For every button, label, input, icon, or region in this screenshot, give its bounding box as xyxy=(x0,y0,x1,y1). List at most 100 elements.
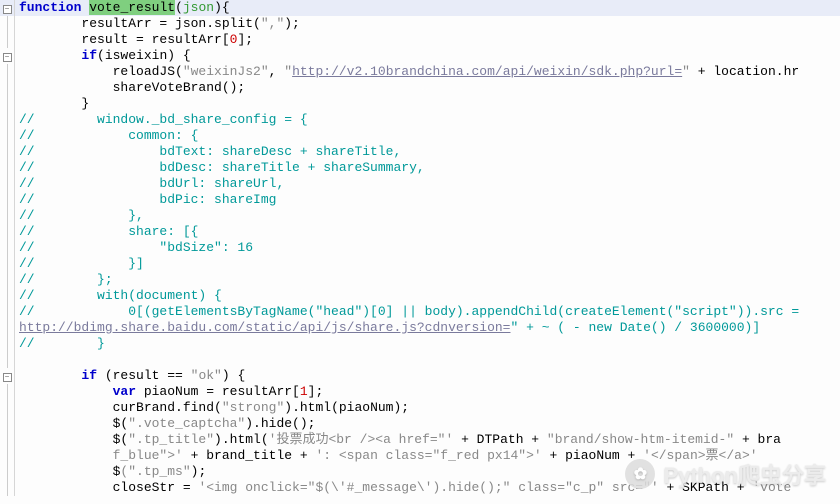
code-line[interactable]: // 0[(getElementsByTagName("head")[0] ||… xyxy=(0,304,840,320)
code-line[interactable]: result = resultArr[0]; xyxy=(0,32,840,48)
fold-gutter[interactable] xyxy=(0,112,15,128)
code-text[interactable]: } xyxy=(15,96,840,112)
code-text[interactable]: // window._bd_share_config = { xyxy=(15,112,840,128)
fold-gutter[interactable] xyxy=(0,304,15,320)
fold-gutter[interactable] xyxy=(0,432,15,448)
fold-gutter[interactable] xyxy=(0,176,15,192)
code-line[interactable]: http://bdimg.share.baidu.com/static/api/… xyxy=(0,320,840,336)
code-text[interactable]: var piaoNum = resultArr[1]; xyxy=(15,384,840,400)
code-text[interactable]: http://bdimg.share.baidu.com/static/api/… xyxy=(15,320,840,336)
fold-gutter[interactable] xyxy=(0,352,15,368)
fold-gutter[interactable] xyxy=(0,480,15,496)
code-line[interactable]: // bdUrl: shareUrl, xyxy=(0,176,840,192)
fold-guide-line xyxy=(7,192,8,208)
fold-guide-line xyxy=(7,352,8,368)
watermark-logo-icon: ✿ xyxy=(625,459,655,489)
fold-gutter[interactable] xyxy=(0,400,15,416)
fold-gutter[interactable] xyxy=(0,448,15,464)
fold-gutter[interactable] xyxy=(0,464,15,480)
code-text[interactable]: // bdText: shareDesc + shareTitle, xyxy=(15,144,840,160)
fold-gutter[interactable] xyxy=(0,416,15,432)
code-line[interactable]: // share: [{ xyxy=(0,224,840,240)
code-text[interactable]: // "bdSize": 16 xyxy=(15,240,840,256)
code-text[interactable]: if (result == "ok") { xyxy=(15,368,840,384)
fold-gutter[interactable] xyxy=(0,96,15,112)
fold-guide-line xyxy=(7,320,8,336)
code-line[interactable]: // }, xyxy=(0,208,840,224)
code-text[interactable]: result = resultArr[0]; xyxy=(15,32,840,48)
fold-gutter[interactable] xyxy=(0,224,15,240)
fold-gutter[interactable] xyxy=(0,288,15,304)
fold-collapse-icon[interactable]: − xyxy=(3,5,12,14)
code-text[interactable]: $(".tp_title").html('投票成功<br /><a href="… xyxy=(15,432,840,448)
code-text[interactable]: $(".vote_captcha").hide(); xyxy=(15,416,840,432)
fold-guide-line xyxy=(7,272,8,288)
fold-gutter[interactable] xyxy=(0,160,15,176)
code-text[interactable]: // 0[(getElementsByTagName("head")[0] ||… xyxy=(15,304,840,320)
code-text[interactable]: curBrand.find("strong").html(piaoNum); xyxy=(15,400,840,416)
code-text[interactable]: // }, xyxy=(15,208,840,224)
fold-gutter[interactable] xyxy=(0,16,15,32)
code-text[interactable]: // }; xyxy=(15,272,840,288)
code-text[interactable]: // }] xyxy=(15,256,840,272)
fold-gutter[interactable] xyxy=(0,240,15,256)
code-line[interactable]: // common: { xyxy=(0,128,840,144)
code-text[interactable]: reloadJS("weixinJs2", "http://v2.10brand… xyxy=(15,64,840,80)
fold-gutter[interactable] xyxy=(0,80,15,96)
code-text[interactable]: // bdPic: shareImg xyxy=(15,192,840,208)
code-text[interactable]: if(isweixin) { xyxy=(15,48,840,64)
code-line[interactable]: // bdText: shareDesc + shareTitle, xyxy=(0,144,840,160)
code-editor[interactable]: −function vote_result(json){ resultArr =… xyxy=(0,0,840,496)
code-line[interactable]: shareVoteBrand(); xyxy=(0,80,840,96)
code-line[interactable]: } xyxy=(0,96,840,112)
code-line[interactable]: // "bdSize": 16 xyxy=(0,240,840,256)
code-line[interactable]: resultArr = json.split(","); xyxy=(0,16,840,32)
code-line[interactable]: $(".vote_captcha").hide(); xyxy=(0,416,840,432)
code-text[interactable]: function vote_result(json){ xyxy=(15,0,840,16)
fold-gutter[interactable] xyxy=(0,320,15,336)
fold-gutter[interactable]: − xyxy=(0,0,15,16)
fold-gutter[interactable] xyxy=(0,336,15,352)
code-line[interactable]: // bdDesc: shareTitle + shareSummary, xyxy=(0,160,840,176)
code-line[interactable]: // }; xyxy=(0,272,840,288)
code-text[interactable]: // with(document) { xyxy=(15,288,840,304)
code-text[interactable]: shareVoteBrand(); xyxy=(15,80,840,96)
code-line[interactable]: // } xyxy=(0,336,840,352)
code-line[interactable]: reloadJS("weixinJs2", "http://v2.10brand… xyxy=(0,64,840,80)
code-text[interactable]: // share: [{ xyxy=(15,224,840,240)
code-line[interactable]: curBrand.find("strong").html(piaoNum); xyxy=(0,400,840,416)
fold-gutter[interactable] xyxy=(0,256,15,272)
fold-gutter[interactable]: − xyxy=(0,48,15,64)
watermark-text: Python爬虫分享 xyxy=(663,458,826,490)
code-line[interactable]: // window._bd_share_config = { xyxy=(0,112,840,128)
fold-gutter[interactable] xyxy=(0,32,15,48)
fold-gutter[interactable] xyxy=(0,144,15,160)
code-line[interactable]: − if(isweixin) { xyxy=(0,48,840,64)
code-text[interactable]: // bdUrl: shareUrl, xyxy=(15,176,840,192)
code-text[interactable]: // common: { xyxy=(15,128,840,144)
fold-gutter[interactable] xyxy=(0,64,15,80)
code-text[interactable] xyxy=(15,352,840,368)
code-text[interactable]: resultArr = json.split(","); xyxy=(15,16,840,32)
code-line[interactable]: // with(document) { xyxy=(0,288,840,304)
fold-gutter[interactable] xyxy=(0,272,15,288)
code-line[interactable] xyxy=(0,352,840,368)
fold-collapse-icon[interactable]: − xyxy=(3,373,12,382)
code-text[interactable]: // bdDesc: shareTitle + shareSummary, xyxy=(15,160,840,176)
fold-collapse-icon[interactable]: − xyxy=(3,53,12,62)
fold-gutter[interactable] xyxy=(0,192,15,208)
code-line[interactable]: // }] xyxy=(0,256,840,272)
fold-gutter[interactable] xyxy=(0,128,15,144)
code-line[interactable]: $(".tp_title").html('投票成功<br /><a href="… xyxy=(0,432,840,448)
fold-guide-line xyxy=(7,432,8,448)
code-line[interactable]: // bdPic: shareImg xyxy=(0,192,840,208)
fold-gutter[interactable] xyxy=(0,208,15,224)
fold-gutter[interactable]: − xyxy=(0,368,15,384)
fold-gutter[interactable] xyxy=(0,384,15,400)
fold-guide-line xyxy=(7,448,8,464)
code-text[interactable]: // } xyxy=(15,336,840,352)
code-line[interactable]: var piaoNum = resultArr[1]; xyxy=(0,384,840,400)
code-line[interactable]: − if (result == "ok") { xyxy=(0,368,840,384)
code-line[interactable]: −function vote_result(json){ xyxy=(0,0,840,16)
fold-guide-line xyxy=(7,80,8,96)
